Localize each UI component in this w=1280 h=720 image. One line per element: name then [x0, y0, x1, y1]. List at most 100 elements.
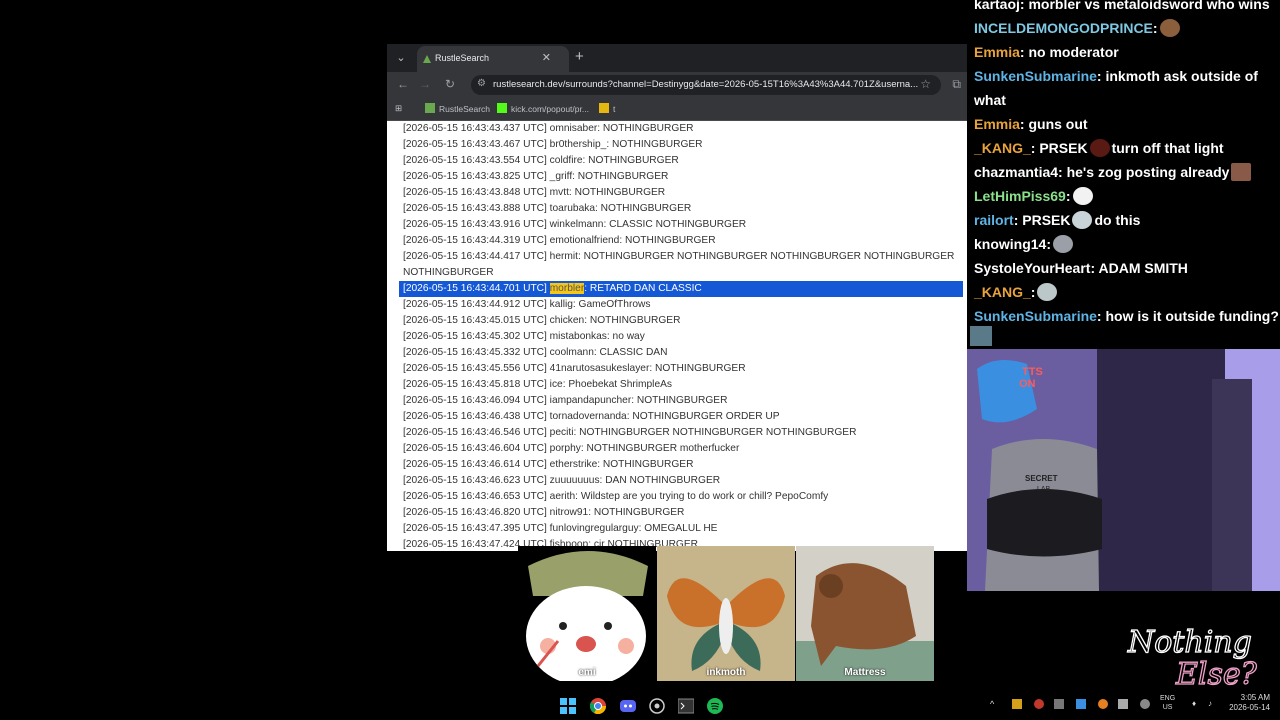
tts-label-2: ON	[1019, 378, 1036, 390]
log-line: [2026-05-15 16:43:44.912 UTC] kallig: Ga…	[403, 299, 651, 310]
windows-start-icon[interactable]	[560, 698, 576, 714]
chrome-icon[interactable]	[590, 698, 606, 714]
webcam-feed: TTS ON SECRET LAB	[967, 349, 1280, 591]
reload-icon[interactable]: ↻	[442, 77, 458, 91]
chat-message: what	[974, 90, 1006, 110]
chat-message: SunkenSubmarine: inkmoth ask outside of	[974, 66, 1258, 86]
chat-emote-icon	[1072, 211, 1093, 229]
chat-message: _KANG_: PRSEK turn off that light	[974, 138, 1224, 158]
webcam-scene: TTS ON SECRET LAB	[967, 349, 1280, 591]
chat-username: railort	[974, 212, 1014, 228]
forward-icon[interactable]: →	[417, 77, 433, 91]
address-bar[interactable]: ⚙ rustlesearch.dev/surrounds?channel=Des…	[471, 75, 941, 95]
volume-icon[interactable]: ♪	[1208, 699, 1218, 709]
participant-tile-mattress: Mattress	[796, 546, 934, 681]
participant-tile-inkmoth: inkmoth	[657, 546, 795, 681]
chat-username: _KANG_	[974, 284, 1031, 300]
chat-username: SystoleYourHeart	[974, 260, 1091, 276]
log-line: [2026-05-15 16:43:45.332 UTC] coolmann: …	[403, 347, 668, 358]
chair-brand-2: LAB	[1037, 486, 1051, 493]
emi-avatar	[518, 546, 656, 681]
spotify-icon[interactable]	[707, 698, 723, 714]
tray-mail-icon[interactable]	[1054, 699, 1064, 709]
terminal-icon[interactable]	[678, 698, 694, 714]
tab-search-chevron-icon[interactable]: ⌄	[393, 50, 409, 66]
log-line: [2026-05-15 16:43:43.888 UTC] toarubaka:…	[403, 203, 692, 214]
chat-text: : morbler vs metaloidsword who wins	[1019, 0, 1270, 12]
browser-toolbar: ← → ↻ ⚙ rustlesearch.dev/surrounds?chann…	[387, 72, 967, 98]
chat-message: knowing14:	[974, 234, 1075, 254]
tray-mic-icon[interactable]	[1118, 699, 1128, 709]
inkmoth-avatar	[657, 546, 795, 681]
rustlesearch-favicon-icon	[423, 55, 431, 63]
browser-tab[interactable]: RustleSearch ✕	[417, 46, 569, 72]
tray-app-icon[interactable]	[1034, 699, 1044, 709]
chat-text: : inkmoth ask outside of	[1096, 68, 1258, 84]
chat-text: : he's zog posting already	[1058, 164, 1230, 180]
log-content: [2026-05-15 16:43:43.437 UTC] omnisaber:…	[387, 121, 967, 551]
chat-message: _KANG_:	[974, 282, 1059, 302]
chat-text: what	[974, 92, 1006, 108]
chat-message: Emmia: guns out	[974, 114, 1088, 134]
tray-search-icon[interactable]	[1098, 699, 1108, 709]
chat-emote-icon	[1072, 187, 1093, 205]
discord-icon[interactable]	[620, 698, 636, 714]
url-text: rustlesearch.dev/surrounds?channel=Desti…	[493, 79, 919, 90]
chat-emote-icon	[1159, 19, 1180, 37]
chat-text: : PRSEK	[1030, 140, 1088, 156]
chat-username: knowing14	[974, 236, 1047, 252]
log-line: [2026-05-15 16:43:46.546 UTC] peciti: NO…	[403, 427, 857, 438]
participant-name: emi	[578, 667, 596, 678]
obs-icon[interactable]	[649, 698, 665, 714]
chat-text: : guns out	[1019, 116, 1088, 132]
language-indicator[interactable]: ENG US	[1160, 694, 1175, 712]
chat-text: :	[1030, 284, 1036, 300]
bookmark-t[interactable]: t	[599, 103, 615, 114]
chat-text: turn off that light	[1111, 140, 1224, 156]
extensions-icon[interactable]: ⧉	[952, 77, 961, 92]
bookmark-kick[interactable]: kick.com/popout/pr...	[497, 103, 589, 114]
tray-app-icon[interactable]	[1076, 699, 1086, 709]
chat-username: LetHimPiss69	[974, 188, 1066, 204]
back-icon[interactable]: ←	[395, 77, 411, 91]
apps-icon[interactable]: ⊞	[395, 103, 402, 114]
close-tab-icon[interactable]: ✕	[542, 51, 551, 64]
chat-text: :	[1152, 20, 1158, 36]
chat-text: :	[1065, 188, 1071, 204]
tray-app-icon[interactable]	[1012, 699, 1022, 709]
site-info-icon[interactable]: ⚙	[477, 78, 486, 89]
log-line: [2026-05-15 16:43:46.653 UTC] aerith: Wi…	[403, 491, 829, 502]
new-tab-icon[interactable]: +	[575, 48, 584, 65]
chat-text: : ADAM SMITH	[1090, 260, 1188, 276]
bookmarks-bar: ⊞ RustleSearch kick.com/popout/pr... t	[387, 98, 967, 121]
highlighted-log-line: [2026-05-15 16:43:44.701 UTC] morbler: R…	[399, 281, 963, 297]
log-line: [2026-05-15 16:43:43.437 UTC] omnisaber:…	[403, 123, 694, 134]
chat-text: :	[1046, 236, 1052, 252]
logo-line-2: Else?	[1175, 657, 1258, 690]
chat-emote-icon	[1037, 283, 1058, 301]
tray-app-icon[interactable]	[1140, 699, 1150, 709]
wifi-icon[interactable]: ♦	[1192, 699, 1202, 709]
chat-emote-icon	[1089, 139, 1110, 157]
chat-message: SystoleYourHeart: ADAM SMITH	[974, 258, 1188, 278]
chat-message: SunkenSubmarine: how is it outside fundi…	[974, 306, 1279, 326]
chat-message: LetHimPiss69:	[974, 186, 1095, 206]
chat-message: INCELDEMONGODPRINCE:	[974, 18, 1182, 38]
tray-overflow-icon[interactable]: ^	[990, 699, 1000, 709]
mattress-avatar	[796, 546, 934, 681]
chat-text: do this	[1094, 212, 1141, 228]
log-line: [2026-05-15 16:43:46.623 UTC] zuuuuuuus:…	[403, 475, 721, 486]
browser-window: ⌄ RustleSearch ✕ + ← → ↻ ⚙ rustlesearch.…	[387, 44, 967, 551]
bookmark-rustlesearch[interactable]: RustleSearch	[425, 103, 490, 114]
chat-username: SunkenSubmarine	[974, 68, 1097, 84]
log-line: [2026-05-15 16:43:43.825 UTC] _griff: NO…	[403, 171, 669, 182]
log-line: [2026-05-15 16:43:46.438 UTC] tornadover…	[403, 411, 780, 422]
system-clock[interactable]: 3:05 AM 2026-05-14	[1222, 693, 1270, 713]
chat-message: Emmia: no moderator	[974, 42, 1119, 62]
bookmark-star-icon[interactable]: ☆	[920, 77, 931, 91]
tts-label-1: TTS	[1022, 366, 1043, 378]
log-line: [2026-05-15 16:43:45.015 UTC] chicken: N…	[403, 315, 681, 326]
log-line: [2026-05-15 16:43:44.319 UTC] emotionalf…	[403, 235, 716, 246]
chat-username: chazmantia4	[974, 164, 1059, 180]
log-line: [2026-05-15 16:43:44.417 UTC] hermit: NO…	[403, 251, 955, 262]
